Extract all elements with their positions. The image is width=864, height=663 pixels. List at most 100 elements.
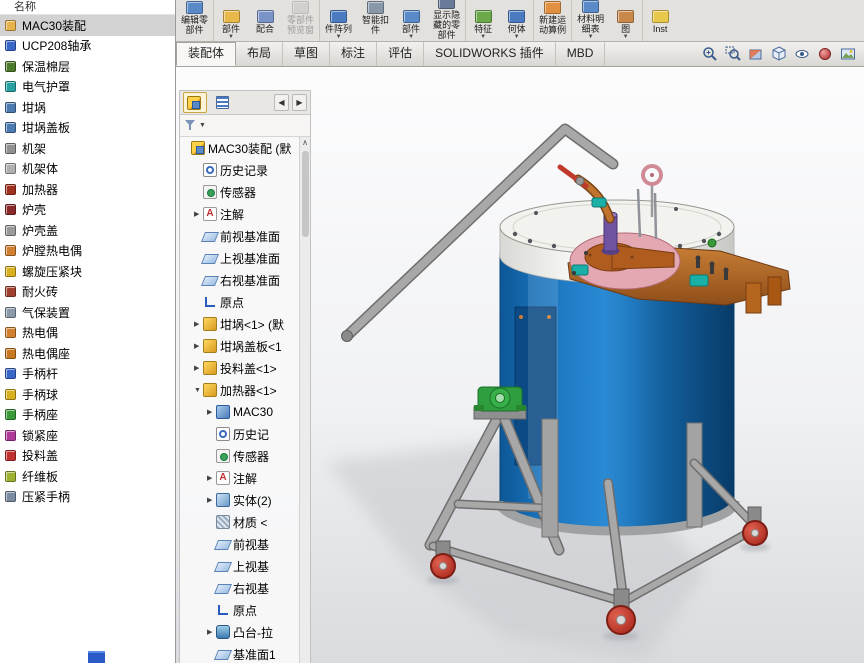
tree-item[interactable]: 传感器 xyxy=(180,445,299,467)
ribbon-button[interactable]: 材料明 细表 ▼ xyxy=(572,0,609,41)
component-list-item[interactable]: 加热器 xyxy=(0,179,175,200)
tree-item[interactable]: ▶ MAC30 xyxy=(180,401,299,423)
tree-item[interactable]: 基准面1 xyxy=(180,643,299,663)
tree-item[interactable]: 右视基准面 xyxy=(180,269,299,291)
featuremanager-tab[interactable] xyxy=(183,92,207,113)
component-list-item[interactable]: 投料盖 xyxy=(0,446,175,467)
component-list-item[interactable]: 机架体 xyxy=(0,159,175,180)
expand-arrow-icon[interactable]: ▶ xyxy=(194,210,203,218)
component-list-item[interactable]: 坩埚 xyxy=(0,97,175,118)
expand-arrow-icon[interactable]: ▶ xyxy=(207,628,216,636)
ribbon-button[interactable]: 智能扣 件 xyxy=(357,0,394,41)
tree-item[interactable]: 前视基 xyxy=(180,533,299,555)
component-list-item[interactable]: 气保装置 xyxy=(0,302,175,323)
component-list-item[interactable]: 坩埚盖板 xyxy=(0,118,175,139)
component-list-item[interactable]: 电气护罩 xyxy=(0,77,175,98)
component-name: 螺旋压紧块 xyxy=(22,263,82,280)
component-list-item[interactable]: MAC30装配 xyxy=(0,15,175,36)
tree-item[interactable]: 历史记录 xyxy=(180,159,299,181)
commandmanager-tab[interactable]: 评估 xyxy=(377,42,424,66)
commandmanager-tab[interactable]: 草图 xyxy=(283,42,330,66)
commandmanager-tab[interactable]: 布局 xyxy=(236,42,283,66)
commandmanager-tab[interactable]: 装配体 xyxy=(176,42,236,66)
tree-item[interactable]: ▶ 投料盖<1> xyxy=(180,357,299,379)
ribbon-button-label: 显示隐 藏的零 部件 xyxy=(433,10,460,40)
tree-item[interactable]: 传感器 xyxy=(180,181,299,203)
commandmanager-tab[interactable]: SOLIDWORKS 插件 xyxy=(424,42,556,66)
ribbon-button[interactable]: 编辑零 部件 xyxy=(176,0,214,41)
ribbon-button[interactable]: 配合 xyxy=(248,0,282,41)
scrollbar-thumb[interactable] xyxy=(302,151,309,237)
component-list-item[interactable]: 机架 xyxy=(0,138,175,159)
expand-arrow-icon[interactable]: ▶ xyxy=(207,474,216,482)
tree-scrollbar[interactable]: ∧ xyxy=(299,137,310,663)
component-list-item[interactable]: 手柄座 xyxy=(0,405,175,426)
component-list-item[interactable]: 炉壳盖 xyxy=(0,220,175,241)
ribbon-button[interactable]: 特征 ▼ xyxy=(466,0,500,41)
tree-item[interactable]: ▶ 注解 xyxy=(180,203,299,225)
filter-dropdown-arrow-icon[interactable]: ▼ xyxy=(199,122,206,129)
tree-item[interactable]: 右视基 xyxy=(180,577,299,599)
zoom-area-icon[interactable] xyxy=(723,44,743,64)
ribbon-button[interactable]: 图 ▼ xyxy=(609,0,643,41)
hide-show-items-icon[interactable] xyxy=(792,44,812,64)
commandmanager-tab[interactable]: MBD xyxy=(556,42,606,66)
ribbon-button[interactable]: 件阵列 ▼ xyxy=(320,0,357,41)
tree-item[interactable]: ▼ 加热器<1> xyxy=(180,379,299,401)
panel-right-arrow[interactable]: ▶ xyxy=(292,94,307,111)
tree-item[interactable]: 前视基准面 xyxy=(180,225,299,247)
component-list-item[interactable]: 热电偶 xyxy=(0,323,175,344)
tree-item[interactable]: ▶ 坩埚盖板<1 xyxy=(180,335,299,357)
panel-left-arrow[interactable]: ◀ xyxy=(274,94,289,111)
component-list-item[interactable]: 耐火砖 xyxy=(0,282,175,303)
expand-arrow-icon[interactable]: ▶ xyxy=(207,496,216,504)
component-list-item[interactable]: 螺旋压紧块 xyxy=(0,261,175,282)
tree-item[interactable]: ▶ 坩埚<1> (默 xyxy=(180,313,299,335)
tree-item[interactable]: 原点 xyxy=(180,599,299,621)
tree-item[interactable]: ▶ 凸台-拉 xyxy=(180,621,299,643)
ribbon-button[interactable]: 何体 ▼ xyxy=(500,0,534,41)
expand-arrow-icon[interactable]: ▶ xyxy=(207,408,216,416)
ribbon-button[interactable]: 零部件 预览窗 xyxy=(282,0,320,41)
apply-scene-icon[interactable] xyxy=(838,44,858,64)
tree-item-label: 上视基准面 xyxy=(220,250,280,267)
tree-item[interactable]: ▶ 实体(2) xyxy=(180,489,299,511)
edit-appearance-icon[interactable] xyxy=(815,44,835,64)
tree-filter-row[interactable]: ▼ xyxy=(180,115,310,137)
ribbon-button[interactable]: 新建运 动算例 xyxy=(534,0,572,41)
ribbon-button[interactable]: 显示隐 藏的零 部件 xyxy=(428,0,466,41)
component-list-item[interactable]: 纤维板 xyxy=(0,466,175,487)
component-list-item[interactable]: 炉壳 xyxy=(0,200,175,221)
scroll-up-arrow[interactable]: ∧ xyxy=(302,137,308,149)
expand-arrow-icon[interactable]: ▶ xyxy=(194,364,203,372)
expand-arrow-icon[interactable]: ▶ xyxy=(194,320,203,328)
tree-item[interactable]: 上视基 xyxy=(180,555,299,577)
part-icon xyxy=(5,286,16,297)
ribbon-button[interactable]: Inst xyxy=(643,0,677,41)
ribbon-button[interactable]: 部件 ▼ xyxy=(394,0,428,41)
component-list-item[interactable]: 热电偶座 xyxy=(0,343,175,364)
tree-item[interactable]: ▶ 注解 xyxy=(180,467,299,489)
component-list-item[interactable]: 手柄球 xyxy=(0,384,175,405)
section-view-icon[interactable] xyxy=(746,44,766,64)
displaymanager-tab[interactable] xyxy=(210,92,234,113)
tree-item[interactable]: 材质 < xyxy=(180,511,299,533)
component-list-item[interactable]: 手柄杆 xyxy=(0,364,175,385)
ribbon-button[interactable]: 部件 ▼ xyxy=(214,0,248,41)
expand-arrow-icon[interactable]: ▼ xyxy=(194,387,203,394)
tree-item[interactable]: 上视基准面 xyxy=(180,247,299,269)
commandmanager-tab[interactable]: 标注 xyxy=(330,42,377,66)
expand-arrow-icon[interactable]: ▶ xyxy=(194,342,203,350)
component-list-item[interactable]: 保温棉层 xyxy=(0,56,175,77)
component-list-item[interactable]: 压紧手柄 xyxy=(0,487,175,508)
tree-item[interactable]: 历史记 xyxy=(180,423,299,445)
component-list-item[interactable]: 锁紧座 xyxy=(0,425,175,446)
name-column-header[interactable]: 名称 xyxy=(0,0,175,15)
display-style-icon[interactable] xyxy=(769,44,789,64)
component-list-item[interactable]: 炉膛热电偶 xyxy=(0,241,175,262)
zoom-fit-icon[interactable] xyxy=(700,44,720,64)
component-list-item[interactable]: UCP208轴承 xyxy=(0,36,175,57)
tree-item-icon xyxy=(203,185,217,199)
tree-item[interactable]: 原点 xyxy=(180,291,299,313)
tree-item[interactable]: MAC30装配 (默 xyxy=(180,137,299,159)
